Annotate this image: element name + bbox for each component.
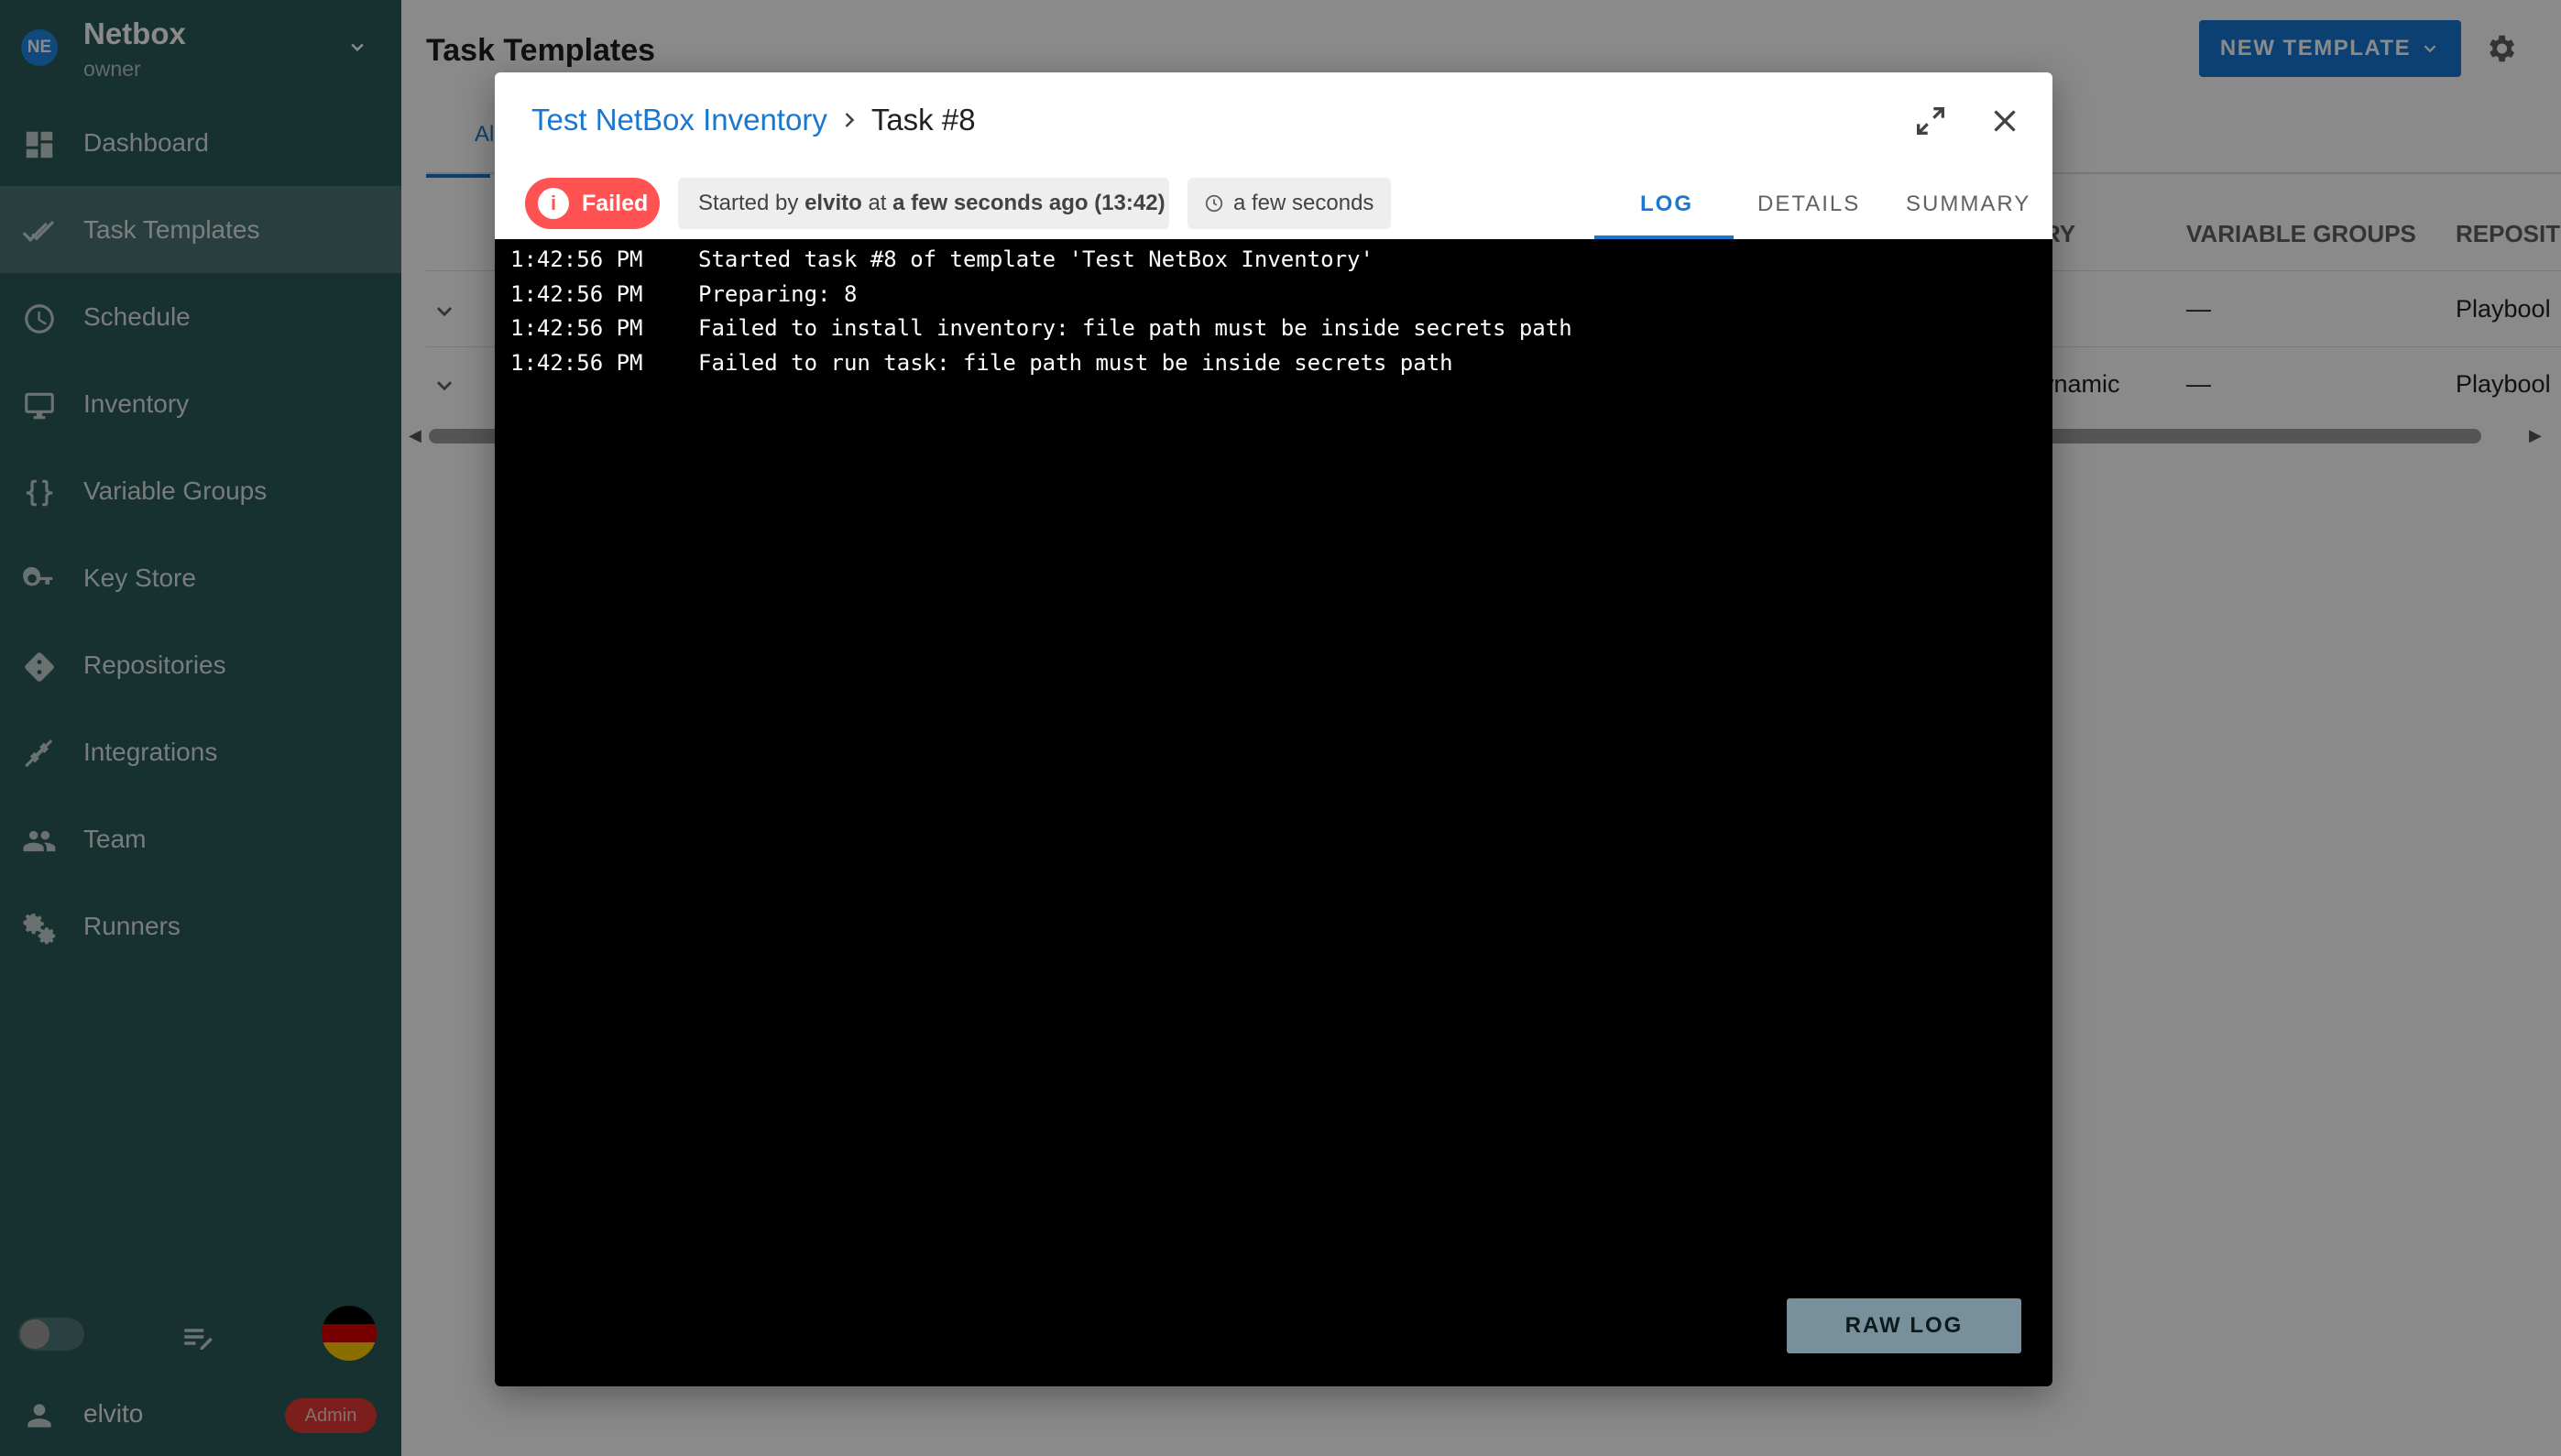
close-icon[interactable]	[1988, 104, 2021, 137]
task-title: Task #8	[870, 103, 976, 137]
raw-log-button[interactable]: RAW LOG	[1787, 1298, 2021, 1353]
log-time: 1:42:56 PM	[510, 246, 643, 272]
tab-details[interactable]: DETAILS	[1757, 192, 1860, 217]
status-label: Failed	[582, 190, 649, 216]
template-link[interactable]: Test NetBox Inventory	[531, 103, 827, 137]
clock-icon	[1205, 194, 1223, 213]
task-dialog: Test NetBox Inventory Task #8 i Failed S…	[495, 72, 2052, 1386]
started-info: Started by elvito at a few seconds ago (…	[678, 178, 1169, 229]
log-line: 1:42:56 PM Failed to run task: file path …	[510, 350, 1453, 376]
log-console[interactable]: 1:42:56 PM Started task #8 of template 'T…	[495, 239, 2052, 1386]
breadcrumb: Test NetBox Inventory Task #8	[531, 103, 976, 137]
log-line: 1:42:56 PM Started task #8 of template 'T…	[510, 246, 1374, 272]
log-text: Started task #8 of template 'Test NetBox…	[698, 246, 1374, 272]
log-time: 1:42:56 PM	[510, 281, 643, 307]
started-mid: at	[868, 191, 887, 215]
duration-chip: a few seconds	[1187, 178, 1391, 229]
duration-label: a few seconds	[1233, 191, 1374, 215]
status-badge: i Failed	[525, 178, 660, 229]
log-time: 1:42:56 PM	[510, 350, 643, 376]
log-text: Failed to install inventory: file path m…	[698, 315, 1572, 341]
info-icon: i	[538, 188, 569, 219]
tab-summary[interactable]: SUMMARY	[1906, 192, 2030, 217]
log-text: Failed to run task: file path must be in…	[698, 350, 1453, 376]
started-when: a few seconds ago (13:42)	[892, 191, 1166, 215]
fullscreen-icon[interactable]	[1912, 103, 1949, 139]
log-line: 1:42:56 PM Failed to install inventory: f…	[510, 315, 1572, 341]
log-line: 1:42:56 PM Preparing: 8	[510, 281, 857, 307]
log-time: 1:42:56 PM	[510, 315, 643, 341]
started-prefix: Started by	[698, 191, 799, 215]
log-text: Preparing: 8	[698, 281, 858, 307]
started-user: elvito	[804, 191, 862, 215]
chevron-right-icon	[845, 113, 855, 127]
tab-log[interactable]: LOG	[1640, 192, 1693, 217]
